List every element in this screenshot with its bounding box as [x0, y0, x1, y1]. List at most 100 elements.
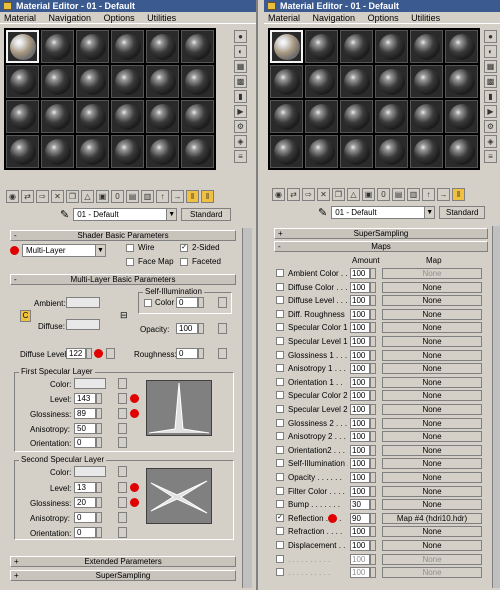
map-amount-field[interactable]: 100: [350, 281, 370, 293]
first-spec-orient-map-button[interactable]: [118, 437, 127, 448]
map-slot-button[interactable]: None: [382, 390, 482, 402]
put-to-scene-icon[interactable]: ⇄: [21, 190, 34, 203]
maps-rollout-header[interactable]: - Maps: [274, 241, 488, 252]
roughness-field[interactable]: 0: [176, 348, 198, 359]
sample-slot[interactable]: [146, 100, 179, 133]
map-amount-spinner[interactable]: [370, 349, 376, 361]
map-amount-spinner[interactable]: [370, 526, 376, 538]
sample-slot[interactable]: [375, 135, 408, 168]
map-slot-button[interactable]: None: [382, 268, 482, 279]
map-enable-checkbox[interactable]: [276, 541, 284, 549]
sample-type-icon[interactable]: ●: [234, 30, 247, 43]
map-enable-checkbox[interactable]: [276, 554, 284, 563]
shader-select[interactable]: Multi-Layer ▼: [22, 244, 106, 257]
second-spec-aniso-spinner[interactable]: [96, 512, 102, 523]
map-amount-field[interactable]: 90: [350, 512, 370, 524]
map-amount-field[interactable]: 100: [350, 404, 370, 415]
right-supersampling-rollout-header[interactable]: + SuperSampling: [274, 228, 488, 239]
map-amount-spinner[interactable]: [370, 308, 376, 320]
map-amount-field[interactable]: 100: [350, 336, 370, 347]
sample-slot[interactable]: [340, 30, 373, 63]
self-illum-value-field[interactable]: 0: [176, 297, 198, 308]
first-spec-level-spinner[interactable]: [96, 393, 102, 404]
sample-slot[interactable]: [6, 100, 39, 133]
menu-options[interactable]: Options: [368, 13, 399, 23]
map-slot-button[interactable]: None: [382, 458, 482, 470]
map-amount-spinner[interactable]: [370, 540, 376, 551]
show-end-result-icon[interactable]: ▥: [407, 188, 420, 201]
options-icon[interactable]: ⚙: [234, 120, 247, 133]
sample-slot[interactable]: [111, 65, 144, 98]
menu-material[interactable]: Material: [268, 13, 300, 23]
map-enable-checkbox[interactable]: [276, 459, 284, 468]
diffuse-level-field[interactable]: 122: [66, 348, 86, 359]
map-enable-checkbox[interactable]: [276, 568, 284, 577]
sample-slot[interactable]: [6, 135, 39, 168]
sample-slot[interactable]: [445, 135, 478, 168]
pause-icon-2[interactable]: ‖: [201, 190, 214, 203]
map-amount-spinner[interactable]: [370, 567, 376, 579]
map-slot-button[interactable]: None: [382, 472, 482, 483]
second-spec-gloss-map-button[interactable]: [118, 497, 127, 508]
map-enable-checkbox[interactable]: [276, 500, 284, 509]
lock-icon[interactable]: ⊟: [120, 310, 128, 321]
map-slot-button[interactable]: None: [382, 444, 482, 456]
sample-slot[interactable]: [340, 65, 373, 98]
chevron-down-icon[interactable]: ▼: [95, 245, 105, 256]
sample-slot[interactable]: [41, 30, 74, 63]
sample-slot[interactable]: [41, 135, 74, 168]
faceted-checkbox[interactable]: [180, 258, 188, 266]
map-amount-spinner[interactable]: [370, 404, 376, 415]
map-enable-checkbox[interactable]: [276, 337, 284, 345]
select-by-material-icon[interactable]: ◈: [234, 135, 247, 148]
sample-slot[interactable]: [375, 65, 408, 98]
map-amount-spinner[interactable]: [370, 322, 376, 334]
sample-slot[interactable]: [305, 30, 338, 63]
sample-slot[interactable]: [76, 100, 109, 133]
go-forward-to-sibling-icon[interactable]: →: [171, 190, 184, 203]
sample-slot[interactable]: [181, 30, 214, 63]
map-amount-field[interactable]: 100: [350, 472, 370, 483]
first-spec-aniso-spinner[interactable]: [96, 423, 102, 434]
map-enable-checkbox[interactable]: [276, 350, 284, 359]
menu-material[interactable]: Material: [4, 13, 36, 23]
background-checker-icon[interactable]: ▦: [234, 60, 247, 73]
map-amount-field[interactable]: 100: [350, 526, 370, 538]
first-spec-orient-field[interactable]: 0: [74, 437, 96, 448]
sample-slot[interactable]: [445, 100, 478, 133]
map-slot-button[interactable]: None: [382, 431, 482, 443]
second-spec-orient-field[interactable]: 0: [74, 527, 96, 538]
right-title-bar[interactable]: Material Editor - 01 - Default: [264, 0, 500, 12]
second-spec-aniso-field[interactable]: 0: [74, 512, 96, 523]
self-illum-spinner[interactable]: [198, 297, 204, 308]
left-supersampling-rollout-header[interactable]: + SuperSampling: [10, 570, 236, 581]
assign-material-icon[interactable]: ⇨: [302, 188, 315, 201]
material-type-button[interactable]: Standard: [439, 206, 486, 219]
map-amount-spinner[interactable]: [370, 268, 376, 279]
second-spec-orient-spinner[interactable]: [96, 527, 102, 538]
map-slot-button[interactable]: None: [382, 322, 482, 334]
map-slot-button[interactable]: None: [382, 417, 482, 429]
left-scrollbar[interactable]: [242, 228, 252, 588]
map-enable-checkbox[interactable]: ✓: [276, 513, 284, 522]
extended-params-rollout-header[interactable]: + Extended Parameters: [10, 556, 236, 567]
map-slot-button[interactable]: None: [382, 404, 482, 415]
map-amount-field[interactable]: 100: [350, 349, 370, 361]
first-spec-aniso-map-button[interactable]: [118, 423, 127, 434]
make-unique-icon[interactable]: △: [81, 190, 94, 203]
map-amount-spinner[interactable]: [370, 512, 376, 524]
sample-slot[interactable]: [111, 30, 144, 63]
material-type-button[interactable]: Standard: [181, 208, 232, 221]
reset-map-icon[interactable]: ✕: [317, 188, 330, 201]
first-spec-level-field[interactable]: 143: [74, 393, 96, 404]
map-enable-checkbox[interactable]: [276, 445, 284, 454]
roughness-spinner[interactable]: [198, 348, 204, 359]
sample-slot[interactable]: [146, 65, 179, 98]
map-amount-spinner[interactable]: [370, 472, 376, 483]
sample-slot[interactable]: [305, 100, 338, 133]
sample-slot[interactable]: [410, 65, 443, 98]
map-amount-field[interactable]: 100: [350, 376, 370, 388]
video-color-check-icon[interactable]: ▮: [484, 90, 497, 103]
sample-slot[interactable]: [375, 30, 408, 63]
chevron-down-icon[interactable]: ▼: [424, 207, 435, 218]
